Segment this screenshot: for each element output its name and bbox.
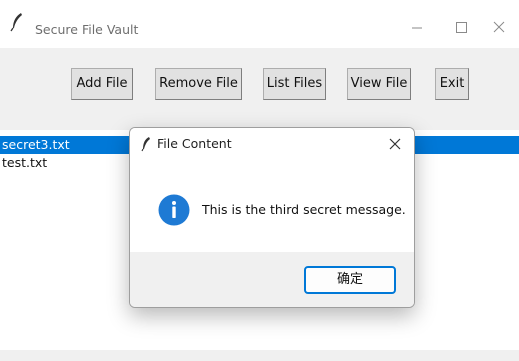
exit-button[interactable]: Exit <box>435 68 469 100</box>
window-title: Secure File Vault <box>35 22 139 37</box>
main-window: Secure File Vault Add File Remove File L… <box>0 0 519 361</box>
minimize-icon[interactable] <box>402 16 432 38</box>
view-file-button[interactable]: View File <box>347 68 411 100</box>
toolbar: Add File Remove File List Files View Fil… <box>0 48 519 130</box>
remove-file-button[interactable]: Remove File <box>155 68 242 100</box>
close-icon[interactable] <box>490 16 519 38</box>
close-icon[interactable] <box>386 135 404 153</box>
dialog-footer: 确定 <box>130 252 414 307</box>
title-bar[interactable]: Secure File Vault <box>0 0 519 48</box>
feather-icon <box>141 137 150 152</box>
add-file-button[interactable]: Add File <box>71 68 133 100</box>
info-icon <box>158 194 190 226</box>
bottom-strip <box>0 350 519 361</box>
feather-icon <box>10 13 22 32</box>
dialog-title: File Content <box>157 136 232 151</box>
dialog-body: This is the third secret message. <box>130 160 414 252</box>
dialog-message: This is the third secret message. <box>202 202 406 217</box>
dialog-title-bar[interactable]: File Content <box>130 128 414 160</box>
ok-button[interactable]: 确定 <box>304 266 396 294</box>
message-dialog: File Content This is the third secret me… <box>129 127 415 308</box>
maximize-icon[interactable] <box>446 16 476 38</box>
list-files-button[interactable]: List Files <box>263 68 326 100</box>
